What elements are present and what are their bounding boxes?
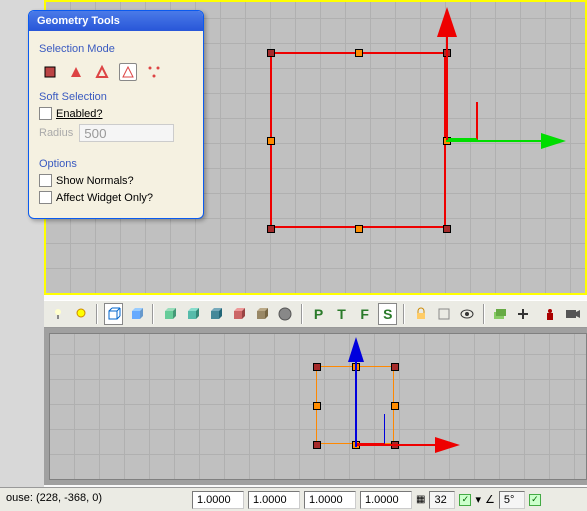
enabled-row[interactable]: Enabled? — [39, 107, 193, 120]
vertex-mid[interactable] — [267, 137, 275, 145]
sel-vertex-icon[interactable] — [67, 63, 85, 81]
coord-1-input[interactable] — [192, 491, 244, 509]
vertex-mid[interactable] — [355, 225, 363, 233]
gizmo-x-axis[interactable] — [446, 140, 546, 142]
vertex-mid[interactable] — [355, 49, 363, 57]
separator — [96, 304, 98, 324]
selection-mode-label: Selection Mode — [39, 43, 193, 55]
vertex[interactable] — [313, 363, 321, 371]
cube-dark-icon[interactable] — [207, 303, 226, 325]
arrow-x-icon — [541, 133, 566, 149]
mode-s-button[interactable]: S — [378, 303, 397, 325]
sel-element-icon[interactable] — [145, 63, 163, 81]
vertex-mid[interactable] — [391, 402, 399, 410]
geometry-tools-panel: Geometry Tools Selection Mode Soft Selec… — [28, 10, 204, 219]
cube-teal-icon[interactable] — [183, 303, 202, 325]
soft-selection-label: Soft Selection — [39, 91, 193, 103]
arrow-y-icon — [437, 7, 457, 37]
separator — [403, 304, 405, 324]
enabled-label: Enabled? — [56, 108, 103, 120]
options-label: Options — [39, 158, 193, 170]
camera-icon[interactable] — [564, 303, 583, 325]
lock-icon[interactable] — [411, 303, 430, 325]
coord-4-input[interactable] — [360, 491, 412, 509]
affect-widget-checkbox[interactable] — [39, 191, 52, 204]
vertex[interactable] — [267, 225, 275, 233]
vertex[interactable] — [443, 225, 451, 233]
layer-icon[interactable] — [491, 303, 510, 325]
radius-row: Radius — [39, 124, 193, 142]
sel-object-icon[interactable] — [41, 63, 59, 81]
enabled-checkbox[interactable] — [39, 107, 52, 120]
cube-red-icon[interactable] — [230, 303, 249, 325]
cube-wire-icon[interactable] — [104, 303, 123, 325]
arrow-x-icon — [435, 437, 460, 453]
person-icon[interactable] — [541, 303, 560, 325]
sphere-icon[interactable] — [276, 303, 295, 325]
mouse-coords: ouse: (228, -368, 0) — [2, 491, 132, 509]
vertex[interactable] — [391, 363, 399, 371]
affect-widget-row[interactable]: Affect Widget Only? — [39, 191, 193, 204]
mode-t-button[interactable]: T — [332, 303, 351, 325]
radius-input[interactable] — [79, 124, 174, 142]
grid-icon: ▦ — [416, 494, 425, 505]
affect-widget-label: Affect Widget Only? — [56, 192, 153, 204]
gizmo-plane-icon[interactable] — [448, 102, 478, 140]
cube-green-icon[interactable] — [160, 303, 179, 325]
toolbar: P T F S — [44, 300, 587, 328]
plus-icon[interactable] — [514, 303, 533, 325]
box-icon[interactable] — [434, 303, 453, 325]
angle-input[interactable] — [499, 491, 525, 509]
eye-icon[interactable] — [458, 303, 477, 325]
bulb-icon[interactable] — [71, 303, 90, 325]
statusbar: ouse: (228, -368, 0) ▦ ✓ ▾ ∠ ✓ — [0, 487, 587, 511]
mode-p-button[interactable]: P — [309, 303, 328, 325]
angle-icon: ∠ — [485, 493, 495, 506]
separator — [152, 304, 154, 324]
gizmo-x-axis-2[interactable] — [355, 444, 440, 446]
gizmo-plane-icon[interactable] — [357, 414, 385, 444]
mode-f-button[interactable]: F — [355, 303, 374, 325]
snap-grid-checkbox[interactable]: ✓ — [459, 494, 471, 506]
coord-3-input[interactable] — [304, 491, 356, 509]
vertex[interactable] — [267, 49, 275, 57]
separator — [301, 304, 303, 324]
viewport-bottom-wrap — [44, 328, 587, 485]
grid-input[interactable] — [429, 491, 455, 509]
sel-edge-icon[interactable] — [93, 63, 111, 81]
show-normals-label: Show Normals? — [56, 175, 134, 187]
vertex[interactable] — [313, 441, 321, 449]
sel-face-icon[interactable] — [119, 63, 137, 81]
coord-2-input[interactable] — [248, 491, 300, 509]
light-icon[interactable] — [48, 303, 67, 325]
cube-solid-icon[interactable] — [127, 303, 146, 325]
radius-label: Radius — [39, 127, 73, 139]
arrow-z-icon — [348, 337, 364, 362]
selection-box[interactable] — [270, 52, 446, 228]
viewport-bottom[interactable] — [49, 333, 587, 480]
snap-angle-checkbox[interactable]: ✓ — [529, 494, 541, 506]
selection-mode-row — [39, 59, 193, 85]
cube-brown-icon[interactable] — [253, 303, 272, 325]
vertex-mid[interactable] — [313, 402, 321, 410]
panel-title[interactable]: Geometry Tools — [29, 11, 203, 31]
show-normals-row[interactable]: Show Normals? — [39, 174, 193, 187]
show-normals-checkbox[interactable] — [39, 174, 52, 187]
separator — [483, 304, 485, 324]
